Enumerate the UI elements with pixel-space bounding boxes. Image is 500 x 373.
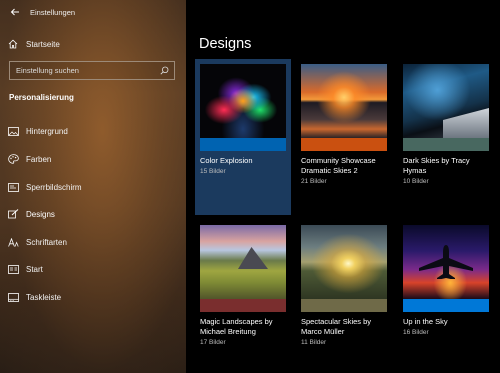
brush-icon: [0, 209, 26, 219]
page-title: Designs: [199, 36, 252, 52]
sidebar-item-label: Farben: [26, 154, 52, 164]
lock-screen-icon: [0, 182, 26, 192]
font-icon: [0, 237, 26, 247]
sidebar-item-hintergrund[interactable]: Hintergrund: [0, 120, 186, 142]
window-title: Einstellungen: [30, 7, 76, 17]
sidebar-item-schriftarten[interactable]: Schriftarten: [0, 231, 186, 253]
title-bar: Einstellungen: [0, 0, 186, 24]
sidebar-item-label: Hintergrund: [26, 126, 68, 136]
theme-thumbnail: [301, 225, 387, 299]
taskbar-icon: [0, 292, 26, 302]
main-panel: Designs Color Explosion 15 Bilder Commun…: [186, 0, 500, 373]
theme-card-up-in-the-sky[interactable]: Up in the Sky 16 Bilder: [398, 220, 494, 354]
home-icon: [0, 39, 26, 49]
theme-thumbnail: [200, 225, 286, 299]
theme-color-strip: [403, 299, 489, 312]
search-icon: [160, 66, 169, 75]
theme-color-strip: [403, 138, 489, 151]
sidebar-item-sperrbildschirm[interactable]: Sperrbildschirm: [0, 176, 186, 198]
theme-image-count: 10 Bilder: [403, 178, 429, 185]
sidebar-item-label: Startseite: [26, 39, 60, 49]
theme-image-count: 11 Bilder: [301, 339, 327, 346]
theme-title: Dark Skies by Tracy Hymas: [403, 156, 470, 175]
search-input[interactable]: Einstellung suchen: [9, 61, 175, 80]
theme-card-dark-skies[interactable]: Dark Skies by Tracy Hymas 10 Bilder: [398, 59, 494, 215]
sidebar: Einstellungen Startseite Einstellung suc…: [0, 0, 186, 373]
start-icon: [0, 264, 26, 274]
theme-thumbnail: [200, 64, 286, 138]
sidebar-item-label: Designs: [26, 209, 55, 219]
theme-title: Magic Landscapes by Michael Breitung: [200, 317, 273, 336]
search-placeholder: Einstellung suchen: [16, 66, 79, 75]
sidebar-item-label: Start: [26, 264, 43, 274]
sidebar-item-label: Sperrbildschirm: [26, 182, 82, 192]
theme-title: Community Showcase Dramatic Skies 2: [301, 156, 376, 175]
sidebar-item-start[interactable]: Start: [0, 258, 186, 280]
sidebar-item-home[interactable]: Startseite: [0, 33, 186, 55]
sidebar-item-label: Schriftarten: [26, 237, 67, 247]
theme-color-strip: [200, 299, 286, 312]
palette-icon: [0, 154, 26, 164]
theme-card-dramatic-skies[interactable]: Community Showcase Dramatic Skies 2 21 B…: [296, 59, 392, 215]
sidebar-item-designs[interactable]: Designs: [0, 203, 186, 225]
theme-color-strip: [301, 138, 387, 151]
theme-title: Color Explosion: [200, 156, 253, 165]
theme-card-color-explosion[interactable]: Color Explosion 15 Bilder: [195, 59, 291, 215]
back-arrow-icon: [10, 8, 19, 16]
theme-thumbnail: [403, 64, 489, 138]
sidebar-item-label: Taskleiste: [26, 292, 62, 302]
theme-image-count: 15 Bilder: [200, 168, 226, 175]
theme-title: Spectacular Skies by Marco Müller: [301, 317, 372, 336]
theme-card-magic-landscapes[interactable]: Magic Landscapes by Michael Breitung 17 …: [195, 220, 291, 354]
theme-color-strip: [301, 299, 387, 312]
sidebar-item-taskleiste[interactable]: Taskleiste: [0, 286, 186, 308]
theme-title: Up in the Sky: [403, 317, 448, 326]
theme-thumbnail: [403, 225, 489, 299]
theme-thumbnail: [301, 64, 387, 138]
theme-color-strip: [200, 138, 286, 151]
theme-image-count: 16 Bilder: [403, 329, 429, 336]
back-button[interactable]: [0, 0, 30, 24]
section-title: Personalisierung: [9, 93, 74, 102]
sidebar-item-farben[interactable]: Farben: [0, 148, 186, 170]
theme-image-count: 17 Bilder: [200, 339, 226, 346]
image-icon: [0, 126, 26, 136]
theme-card-spectacular-skies[interactable]: Spectacular Skies by Marco Müller 11 Bil…: [296, 220, 392, 354]
theme-image-count: 21 Bilder: [301, 178, 327, 185]
